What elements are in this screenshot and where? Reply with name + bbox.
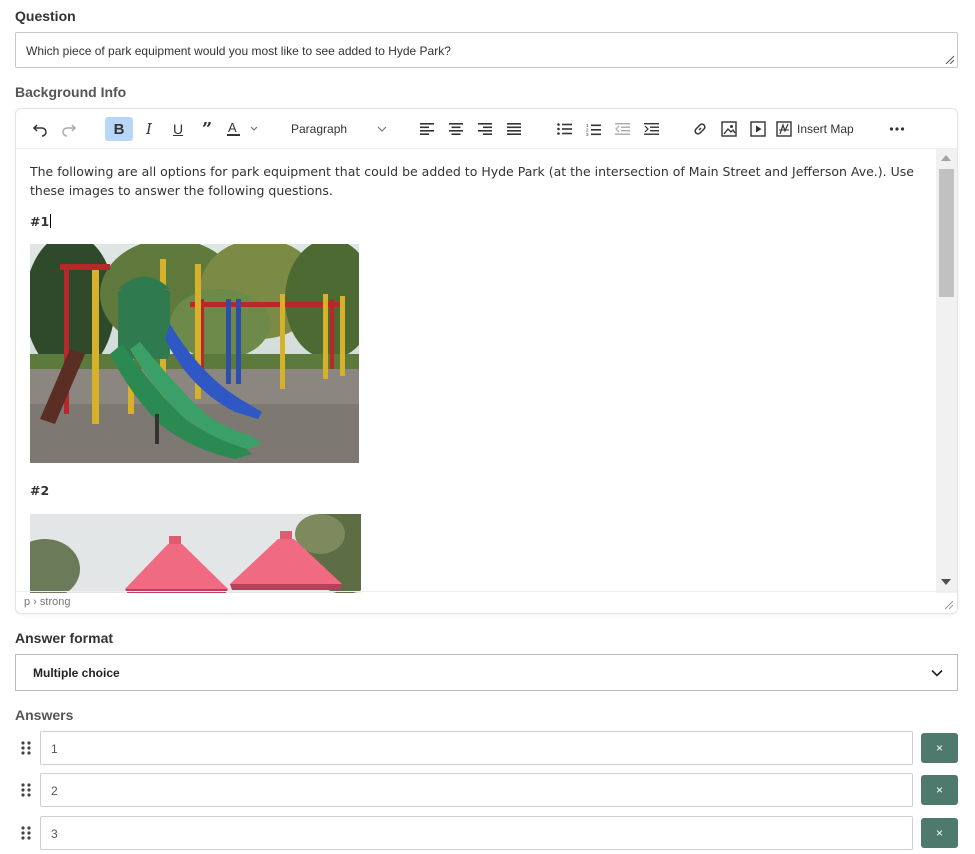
undo-icon[interactable] <box>28 117 52 141</box>
remove-answer-button[interactable]: × <box>921 818 958 848</box>
scroll-thumb[interactable] <box>939 169 954 297</box>
redo-icon[interactable] <box>57 117 81 141</box>
chevron-down-icon <box>377 126 387 132</box>
answer-row: 1 × <box>0 731 975 765</box>
insert-map-label: Insert Map <box>797 122 854 136</box>
heading-number-1: #1 <box>30 214 52 229</box>
drag-handle-icon[interactable] <box>21 783 31 797</box>
playground-slide-image[interactable] <box>30 244 359 463</box>
align-right-icon[interactable] <box>473 117 497 141</box>
question-textarea[interactable]: Which piece of park equipment would you … <box>15 32 958 68</box>
outdent-icon[interactable] <box>610 117 634 141</box>
block-format-select[interactable]: Paragraph <box>285 117 393 141</box>
remove-answer-button[interactable]: × <box>921 733 958 763</box>
question-text: Which piece of park equipment would you … <box>26 44 451 58</box>
italic-icon[interactable]: I <box>137 117 161 141</box>
answer-input[interactable]: 1 <box>40 731 913 765</box>
editor-toolbar: B I U ” A Paragraph 1 2 3 Insert Map <box>16 109 957 149</box>
answer-input[interactable]: 3 <box>40 816 913 850</box>
answer-input[interactable]: 2 <box>40 773 913 807</box>
insert-map-button[interactable]: Insert Map <box>776 117 854 141</box>
align-left-icon[interactable] <box>415 117 439 141</box>
bullet-list-icon[interactable] <box>552 117 576 141</box>
playground-gazebo-image[interactable] <box>30 514 361 593</box>
numbered-list-icon[interactable]: 123 <box>581 117 605 141</box>
drag-handle-icon[interactable] <box>21 741 31 755</box>
bold-icon[interactable]: B <box>105 117 133 141</box>
svg-text:A: A <box>228 120 237 135</box>
text-color-icon[interactable]: A <box>223 117 263 141</box>
blockquote-icon[interactable]: ” <box>195 117 219 141</box>
answer-row: 2 × <box>0 773 975 807</box>
editor-resize-icon[interactable] <box>945 601 953 609</box>
question-label: Question <box>15 8 76 24</box>
answer-format-value: Multiple choice <box>33 665 120 680</box>
block-format-value: Paragraph <box>291 122 348 136</box>
remove-answer-button[interactable]: × <box>921 775 958 805</box>
answer-format-select[interactable]: Multiple choice <box>15 654 958 691</box>
scroll-up-icon[interactable] <box>941 155 951 161</box>
chevron-down-icon <box>931 669 943 677</box>
drag-handle-icon[interactable] <box>21 826 31 840</box>
background-info-label: Background Info <box>15 84 127 100</box>
indent-icon[interactable] <box>639 117 663 141</box>
intro-paragraph: The following are all options for park e… <box>30 164 914 198</box>
text-caret <box>50 214 52 228</box>
align-center-icon[interactable] <box>444 117 468 141</box>
answers-label: Answers <box>15 707 74 723</box>
editor-statusbar: p › strong <box>16 591 957 613</box>
heading-number-2: #2 <box>30 483 50 498</box>
more-icon[interactable] <box>885 117 909 141</box>
editor-scrollbar[interactable] <box>936 149 957 593</box>
align-justify-icon[interactable] <box>502 117 526 141</box>
resize-handle-icon[interactable] <box>945 55 954 64</box>
answer-row: 3 × <box>0 816 975 850</box>
image-icon[interactable] <box>717 117 741 141</box>
rich-text-editor: B I U ” A Paragraph 1 2 3 Insert Map The… <box>15 108 958 614</box>
map-icon <box>776 121 792 137</box>
editor-content[interactable]: The following are all options for park e… <box>16 149 937 593</box>
svg-text:3: 3 <box>586 132 589 136</box>
link-icon[interactable] <box>688 117 712 141</box>
underline-icon[interactable]: U <box>166 117 190 141</box>
media-icon[interactable] <box>746 117 770 141</box>
element-path[interactable]: p › strong <box>24 596 70 608</box>
scroll-down-icon[interactable] <box>941 579 951 585</box>
answer-format-label: Answer format <box>15 630 114 646</box>
